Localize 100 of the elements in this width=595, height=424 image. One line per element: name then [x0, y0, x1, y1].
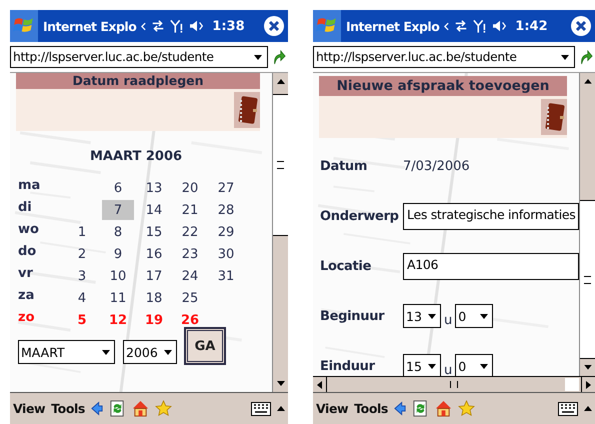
vertical-scrollbar[interactable] — [272, 73, 288, 392]
address-field[interactable]: http://lspserver.luc.ac.be/studente — [10, 46, 268, 68]
sync-arrows-icon — [454, 19, 468, 33]
caret-icon — [561, 54, 569, 60]
calendar-day[interactable]: 13 — [138, 178, 170, 198]
calendar-day[interactable]: 21 — [174, 200, 206, 220]
calendar-day[interactable]: 10 — [102, 266, 134, 286]
calendar-day[interactable]: 4 — [66, 288, 98, 308]
keyboard-icon[interactable] — [251, 402, 271, 416]
calendar-day[interactable]: 18 — [138, 288, 170, 308]
calendar-day[interactable]: 22 — [174, 222, 206, 242]
refresh-icon[interactable] — [412, 400, 429, 417]
calendar-day[interactable]: 23 — [174, 244, 206, 264]
calendar-day[interactable]: 16 — [138, 244, 170, 264]
signal-icon — [170, 18, 184, 34]
calendar-day[interactable]: 2 — [66, 244, 98, 264]
close-icon[interactable] — [264, 16, 284, 36]
window-title: Internet Explo — [346, 18, 440, 34]
sync-arrows-icon — [151, 19, 166, 33]
caret-icon — [428, 314, 436, 318]
scroll-down-arrow-icon[interactable] — [584, 365, 592, 370]
weekday-label: vr — [18, 266, 34, 283]
calendar-day[interactable]: 17 — [138, 266, 170, 286]
windows-logo-icon[interactable] — [10, 10, 38, 42]
refresh-icon[interactable] — [108, 400, 126, 417]
menu-item[interactable]: View — [316, 401, 348, 416]
notebook-icon — [541, 99, 567, 135]
weekday-label: za — [18, 288, 36, 305]
windows-logo-icon[interactable] — [313, 10, 341, 42]
calendar-day[interactable]: 11 — [102, 288, 134, 308]
keyboard-icon[interactable] — [558, 402, 578, 416]
menu-item[interactable]: Tools — [354, 401, 388, 416]
calendar-day[interactable]: 7 — [102, 200, 134, 220]
go-arrow-icon[interactable] — [579, 48, 593, 66]
go-button[interactable]: GA — [185, 328, 225, 364]
caret-icon — [480, 364, 488, 368]
calendar-day[interactable]: 30 — [210, 244, 242, 264]
truncation-icon — [444, 22, 450, 30]
up-caret-icon[interactable] — [277, 406, 285, 411]
separator-text: u — [444, 312, 452, 328]
weekday-label: di — [18, 200, 33, 217]
menu-item[interactable]: View — [13, 401, 46, 416]
horizontal-scrollbar[interactable] — [313, 376, 595, 392]
speaker-icon — [189, 19, 206, 33]
month-select[interactable]: MAART — [18, 340, 115, 364]
window-title: Internet Explo — [43, 18, 136, 34]
close-icon[interactable] — [571, 16, 591, 36]
star-icon[interactable] — [154, 400, 172, 417]
scroll-right-arrow-icon[interactable] — [586, 380, 591, 388]
calendar-day[interactable]: 28 — [210, 200, 242, 220]
hour-select[interactable]: 13 — [403, 304, 441, 328]
field-label: Beginuur — [320, 308, 386, 324]
calendar-day[interactable]: 1 — [66, 222, 98, 242]
calendar-day[interactable]: 24 — [174, 266, 206, 286]
calendar-day[interactable]: 8 — [102, 222, 134, 242]
weekday-label: ma — [18, 178, 42, 195]
scroll-thumb[interactable] — [565, 378, 579, 391]
calendar-day[interactable]: 6 — [102, 178, 134, 198]
scroll-up-arrow-icon[interactable] — [584, 79, 592, 84]
speaker-icon — [492, 19, 508, 33]
calendar-day[interactable]: 12 — [102, 310, 134, 330]
home-icon[interactable] — [434, 400, 452, 417]
notebook-icon — [234, 92, 260, 128]
menu-item[interactable]: Tools — [51, 401, 85, 416]
back-arrow-icon[interactable] — [394, 401, 406, 416]
star-icon[interactable] — [458, 400, 475, 417]
address-field[interactable]: http://lspserver.luc.ac.be/studente — [313, 46, 575, 68]
clock-time: 1:38 — [212, 18, 245, 34]
calendar-day[interactable]: 29 — [210, 222, 242, 242]
calendar-day[interactable]: 27 — [210, 178, 242, 198]
minute-select[interactable]: 0 — [455, 354, 494, 376]
scroll-down-arrow-icon[interactable] — [276, 381, 284, 386]
calendar-day[interactable]: 14 — [138, 200, 170, 220]
scroll-up-arrow-icon[interactable] — [276, 79, 284, 84]
calendar-day[interactable]: 15 — [138, 222, 170, 242]
date-value: 7/03/2006 — [403, 158, 470, 174]
field-label: Datum — [320, 158, 368, 174]
home-icon[interactable] — [132, 400, 149, 417]
hour-select[interactable]: 15 — [403, 354, 441, 376]
up-caret-icon[interactable] — [584, 406, 592, 411]
minute-select[interactable]: 0 — [455, 304, 494, 328]
calendar-day[interactable]: 25 — [174, 288, 206, 308]
input-field[interactable]: A106 — [403, 252, 579, 280]
page-header: Datum raadplegen — [16, 73, 260, 89]
calendar-day[interactable]: 9 — [102, 244, 134, 264]
calendar-day[interactable]: 26 — [174, 310, 206, 330]
calendar-day[interactable]: 20 — [174, 178, 206, 198]
go-arrow-icon[interactable] — [272, 48, 286, 66]
weekday-label: wo — [18, 222, 40, 239]
year-select[interactable]: 2006 — [123, 340, 177, 364]
calendar-day[interactable]: 5 — [66, 310, 98, 330]
calendar-day[interactable]: 19 — [138, 310, 170, 330]
vertical-scrollbar[interactable] — [579, 73, 595, 376]
scroll-left-arrow-icon[interactable] — [317, 380, 322, 388]
calendar-day[interactable]: 31 — [210, 266, 242, 286]
caret-icon — [164, 350, 172, 354]
calendar-day[interactable]: 3 — [66, 266, 98, 286]
weekday-label: do — [18, 244, 38, 261]
back-arrow-icon[interactable] — [90, 401, 103, 416]
input-field[interactable]: Les strategische informaties — [403, 202, 579, 230]
